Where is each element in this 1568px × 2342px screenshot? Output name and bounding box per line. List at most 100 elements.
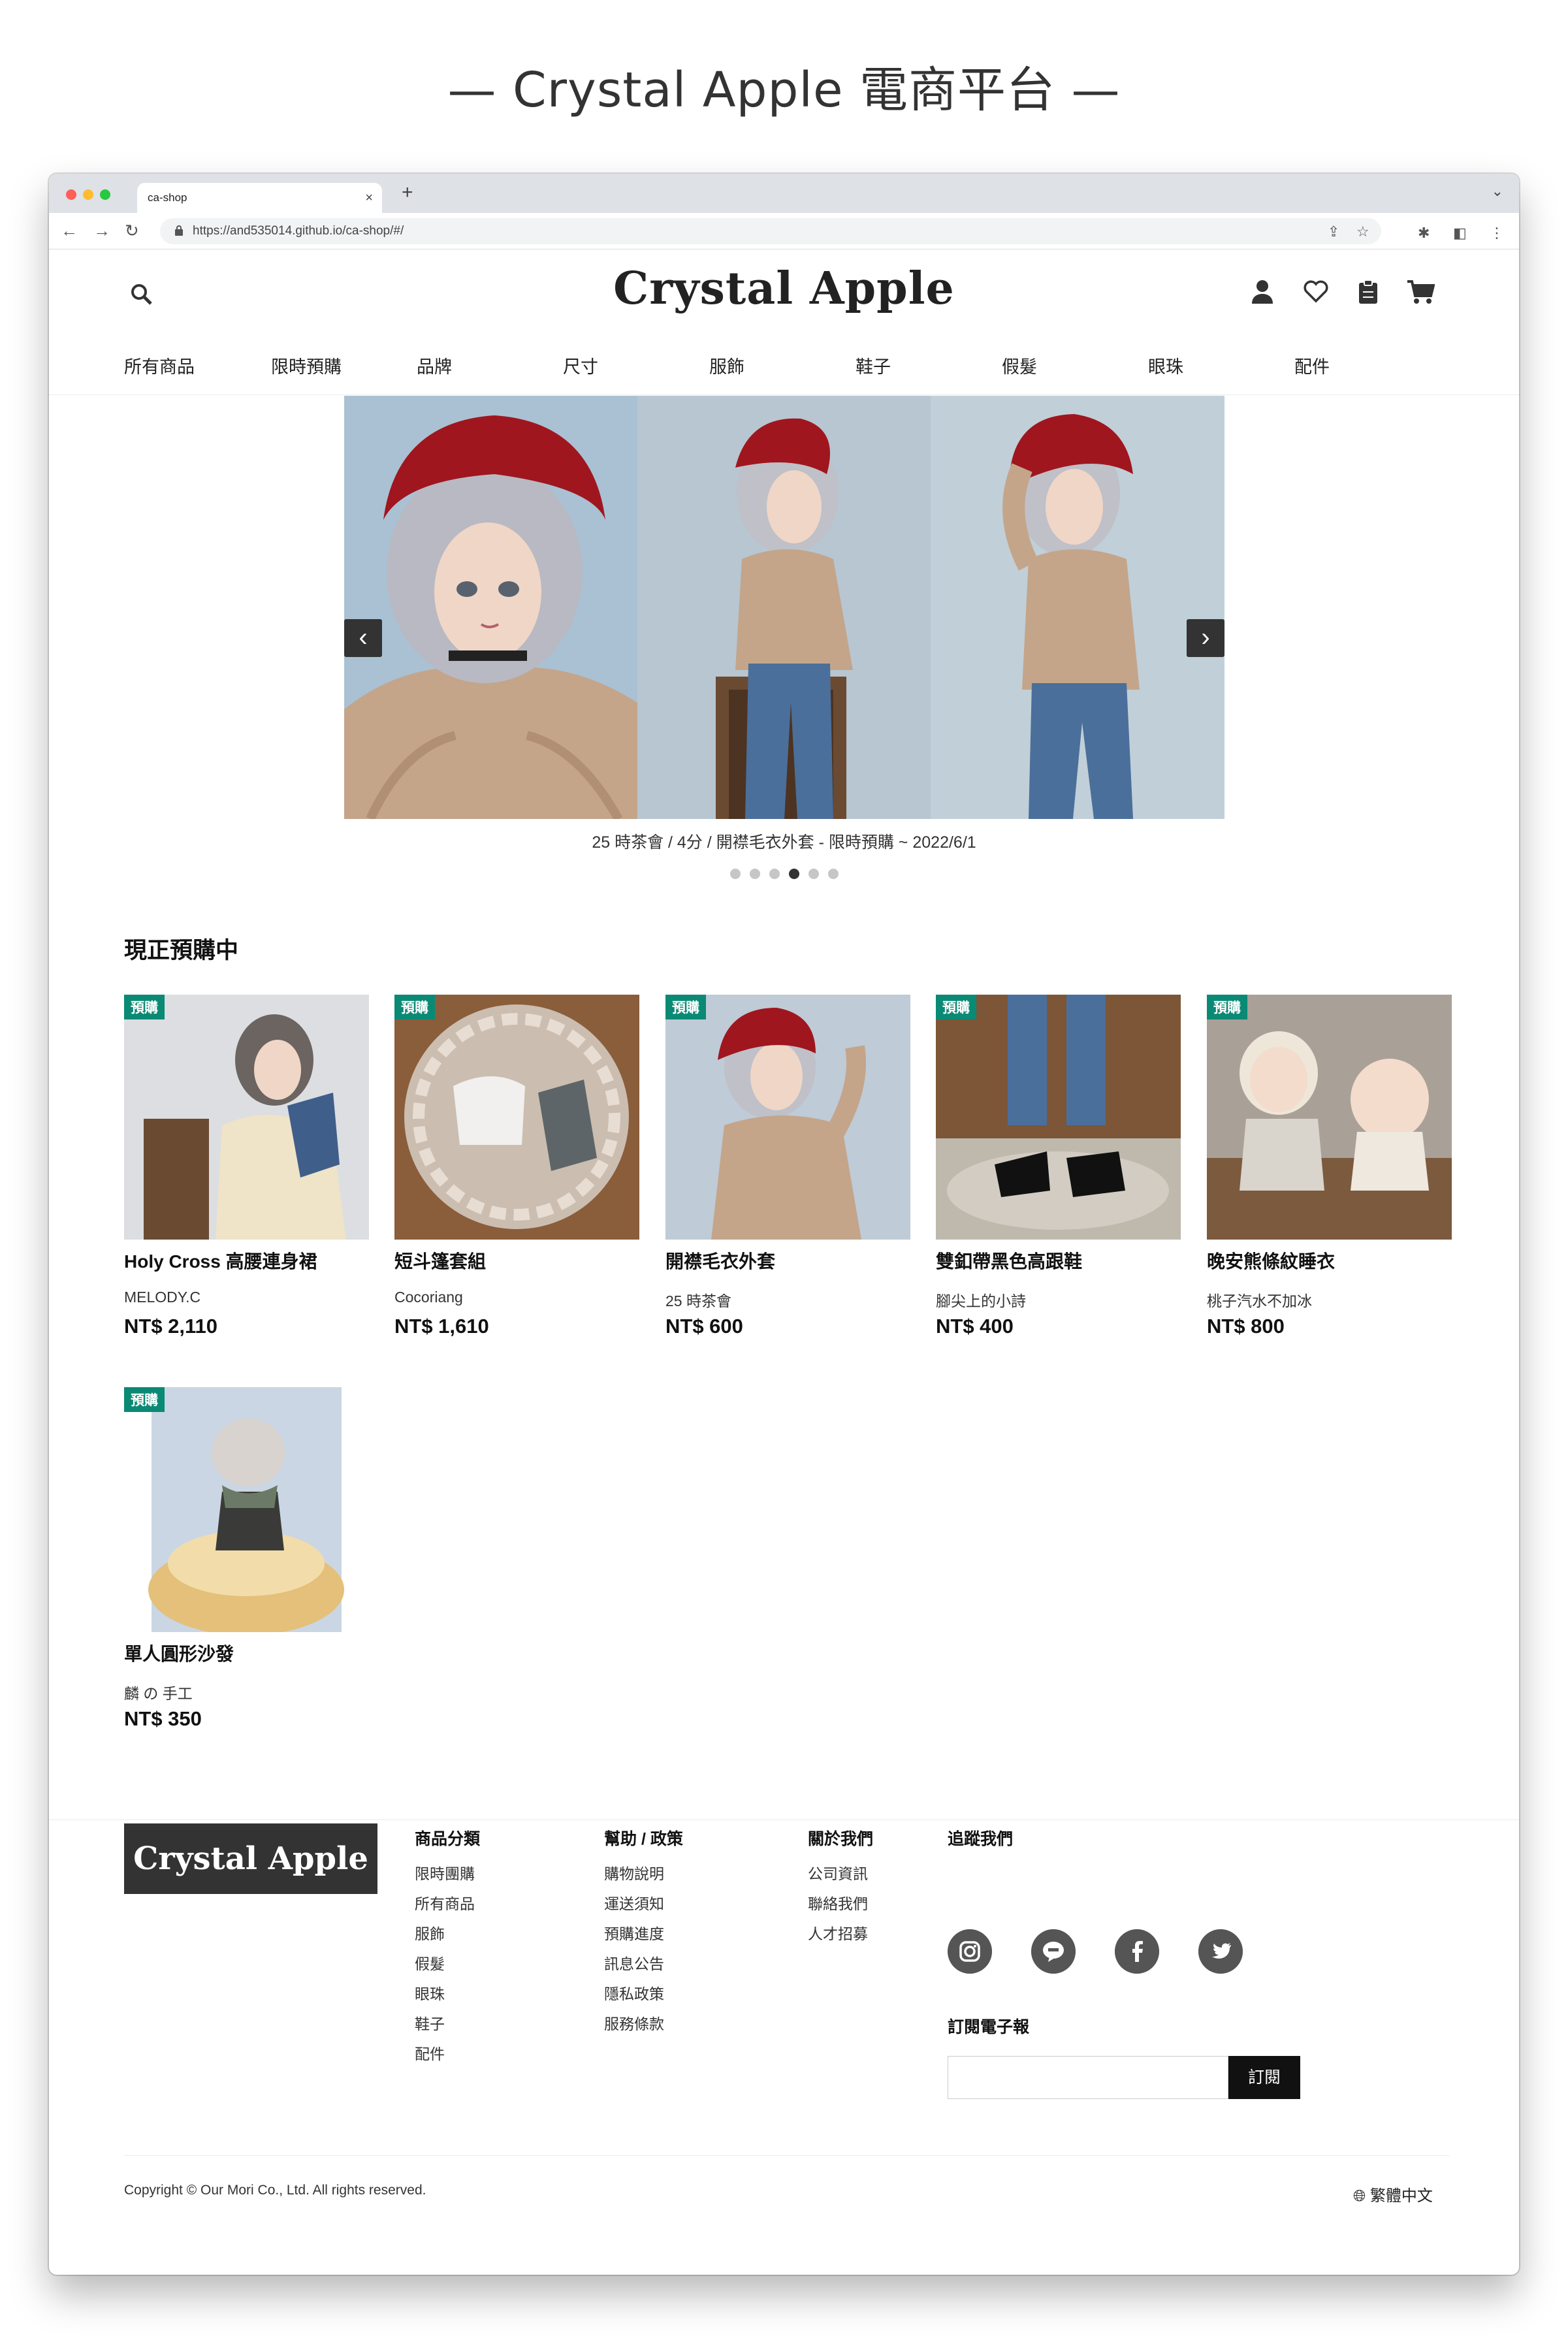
footer-link[interactable]: 服飾 — [415, 1919, 480, 1949]
product-price: NT$ 2,110 — [124, 1315, 218, 1338]
footer-link[interactable]: 預購進度 — [604, 1919, 683, 1949]
hero-carousel[interactable]: ‹ › — [344, 396, 1224, 819]
carousel-dot[interactable] — [729, 869, 741, 879]
product-brand[interactable]: MELODY.C — [124, 1289, 200, 1306]
product-name[interactable]: 短斗篷套組 — [394, 1247, 486, 1274]
footer-link[interactable]: 訊息公告 — [604, 1949, 683, 1979]
maximize-window-button[interactable] — [100, 189, 110, 200]
reload-icon[interactable]: ↻ — [125, 221, 139, 240]
footer-link[interactable]: 聯絡我們 — [808, 1889, 873, 1919]
preorder-badge: 預購 — [124, 1387, 165, 1412]
facebook-icon[interactable] — [1115, 1929, 1159, 1974]
close-window-button[interactable] — [66, 189, 76, 200]
language-selector[interactable]: 🌐︎ 繁體中文 — [1353, 2183, 1433, 2206]
footer-link[interactable]: 鞋子 — [415, 2009, 480, 2039]
site-logo[interactable]: Crystal Apple — [49, 263, 1519, 315]
cart-icon[interactable] — [1406, 279, 1435, 305]
footer-link[interactable]: 限時團購 — [415, 1859, 480, 1889]
footer-heading: 關於我們 — [808, 1830, 874, 1848]
product-name[interactable]: 雙釦帶黑色高跟鞋 — [936, 1247, 1082, 1274]
footer-column-categories: 商品分類 限時團購 所有商品 服飾 假髮 眼珠 鞋子 配件 — [415, 1826, 480, 2069]
carousel-prev-button[interactable]: ‹ — [344, 619, 382, 657]
nav-brand[interactable]: 品牌 — [417, 353, 452, 378]
product-image[interactable] — [1207, 995, 1452, 1240]
footer-link[interactable]: 服務條款 — [604, 2009, 683, 2039]
product-image[interactable] — [124, 995, 369, 1240]
instagram-icon[interactable] — [948, 1929, 992, 1974]
product-image[interactable] — [394, 995, 639, 1240]
nav-size[interactable]: 尺寸 — [563, 353, 598, 378]
preorder-badge: 預購 — [394, 995, 435, 1019]
language-label: 繁體中文 — [1369, 2187, 1433, 2205]
browser-tabbar: ca-shop × + ⌄ — [49, 174, 1519, 213]
carousel-image-3 — [931, 396, 1224, 819]
product-image[interactable] — [124, 1387, 369, 1632]
product-image[interactable] — [936, 995, 1181, 1240]
footer-logo[interactable]: Crystal Apple — [124, 1823, 377, 1894]
back-icon[interactable]: ← — [61, 221, 78, 240]
share-icon[interactable]: ⇪ — [1328, 223, 1339, 240]
carousel-dot[interactable] — [769, 869, 780, 879]
line-icon[interactable] — [1031, 1929, 1076, 1974]
forward-icon[interactable]: → — [93, 221, 110, 240]
carousel-caption[interactable]: 25 時茶會 / 4分 / 開襟毛衣外套 - 限時預購 ~ 2022/6/1 — [49, 829, 1519, 853]
product-brand[interactable]: 麟 の 手工 — [124, 1681, 193, 1703]
carousel-dot[interactable] — [808, 869, 819, 879]
carousel-image-2 — [637, 396, 931, 819]
product-brand[interactable]: 25 時茶會 — [665, 1289, 731, 1311]
bookmark-star-icon[interactable]: ☆ — [1356, 223, 1369, 240]
product-image[interactable] — [665, 995, 910, 1240]
product-price: NT$ 600 — [665, 1315, 743, 1338]
product-name[interactable]: 單人圓形沙發 — [124, 1640, 234, 1666]
footer-link[interactable]: 公司資訊 — [808, 1859, 873, 1889]
carousel-dot[interactable] — [749, 869, 760, 879]
nav-eyes[interactable]: 眼珠 — [1148, 353, 1183, 378]
footer-link[interactable]: 購物說明 — [604, 1859, 683, 1889]
clipboard-icon[interactable] — [1358, 279, 1379, 305]
footer-link[interactable]: 隱私政策 — [604, 1979, 683, 2009]
product-name[interactable]: 開襟毛衣外套 — [665, 1247, 775, 1274]
footer-link[interactable]: 所有商品 — [415, 1889, 480, 1919]
nav-shoes[interactable]: 鞋子 — [856, 353, 891, 378]
browser-tab[interactable]: ca-shop × — [137, 183, 382, 213]
tab-close-icon[interactable]: × — [365, 183, 373, 213]
nav-clothing[interactable]: 服飾 — [709, 353, 744, 378]
user-icon[interactable] — [1251, 279, 1274, 305]
nav-all-products[interactable]: 所有商品 — [124, 353, 195, 378]
header-divider — [49, 394, 1519, 395]
nav-limited-preorder[interactable]: 限時預購 — [271, 353, 342, 378]
footer-link[interactable]: 眼珠 — [415, 1979, 480, 2009]
category-nav: 所有商品 限時預購 品牌 尺寸 服飾 鞋子 假髮 眼珠 配件 — [124, 353, 1496, 379]
product-brand[interactable]: 腳尖上的小詩 — [936, 1289, 1026, 1311]
footer-link[interactable]: 配件 — [415, 2039, 480, 2069]
carousel-dot[interactable] — [827, 869, 839, 879]
product-price: NT$ 400 — [936, 1315, 1014, 1338]
product-brand[interactable]: Cocoriang — [394, 1289, 463, 1306]
browser-menu-icon[interactable]: ⋮ — [1490, 225, 1504, 242]
product-name[interactable]: 晚安熊條紋睡衣 — [1207, 1247, 1335, 1274]
footer-heading: 追蹤我們 — [948, 1830, 1014, 1848]
newsletter-email-input[interactable] — [948, 2056, 1228, 2099]
side-panel-icon[interactable]: ◧ — [1453, 225, 1467, 242]
nav-accessories[interactable]: 配件 — [1294, 353, 1330, 378]
heart-icon[interactable] — [1303, 279, 1329, 304]
nav-wigs[interactable]: 假髮 — [1002, 353, 1037, 378]
footer-link[interactable]: 人才招募 — [808, 1919, 873, 1949]
footer-column-about: 關於我們 公司資訊 聯絡我們 人才招募 — [808, 1826, 873, 1949]
product-name[interactable]: Holy Cross 高腰連身裙 — [124, 1247, 317, 1274]
twitter-icon[interactable] — [1198, 1929, 1243, 1974]
minimize-window-button[interactable] — [83, 189, 93, 200]
preorder-badge: 預購 — [936, 995, 976, 1019]
footer-link[interactable]: 假髮 — [415, 1949, 480, 1979]
carousel-next-button[interactable]: › — [1187, 619, 1224, 657]
extensions-icon[interactable]: ✱ — [1418, 225, 1430, 242]
address-bar[interactable]: https://and535014.github.io/ca-shop/#/ ⇪… — [160, 218, 1381, 244]
tab-search-icon[interactable]: ⌄ — [1492, 183, 1503, 200]
footer-bottom-divider — [124, 2155, 1450, 2156]
new-tab-button[interactable]: + — [402, 182, 413, 204]
carousel-dot-active[interactable] — [788, 869, 799, 879]
footer-link[interactable]: 運送須知 — [604, 1889, 683, 1919]
footer-heading: 幫助 / 政策 — [604, 1830, 683, 1848]
product-brand[interactable]: 桃子汽水不加冰 — [1207, 1289, 1312, 1311]
subscribe-button[interactable]: 訂閱 — [1228, 2056, 1300, 2099]
